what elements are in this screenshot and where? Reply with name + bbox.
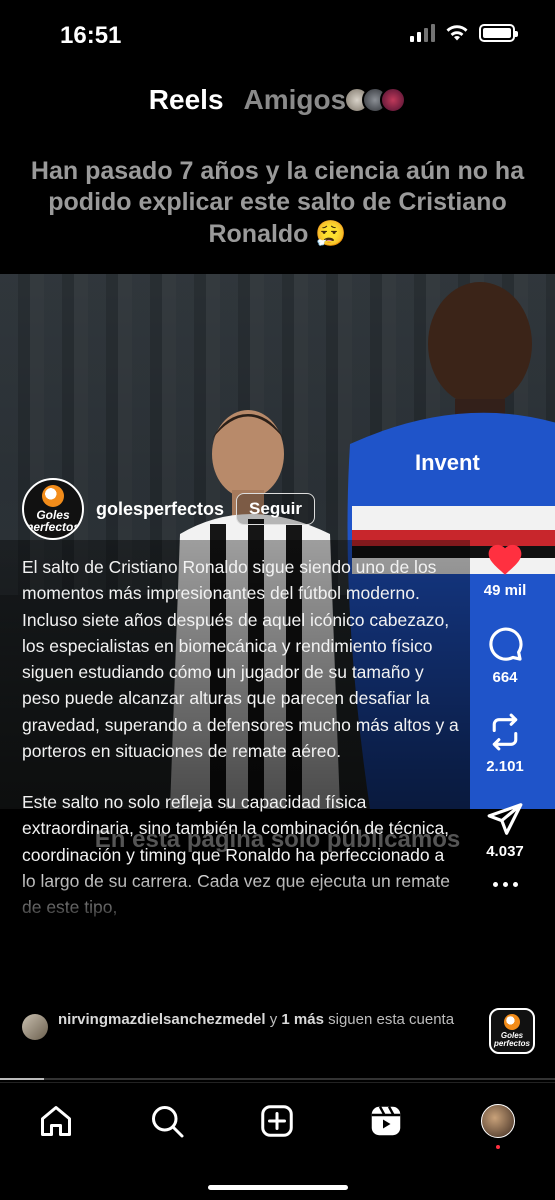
follower-others: 1 más (281, 1011, 324, 1028)
reel-overlay-title: Han pasado 7 años y la ciencia aún no ha… (30, 157, 525, 248)
reel-actions: 49 mil 664 2.101 4.037 (475, 540, 535, 913)
ball-icon (504, 1014, 520, 1030)
home-indicator (207, 1185, 348, 1190)
share-count: 4.037 (486, 843, 524, 860)
follow-button[interactable]: Seguir (236, 493, 315, 525)
video-progress-bar[interactable] (0, 1078, 555, 1080)
repost-icon (492, 713, 518, 751)
ball-icon (42, 485, 64, 507)
signal-icon (410, 24, 435, 42)
account-row: Goles perfectos golesperfectos Seguir (22, 478, 315, 540)
heart-icon (488, 544, 522, 575)
create-icon (261, 1105, 293, 1137)
nav-reels[interactable] (364, 1099, 408, 1143)
tab-reels[interactable]: Reels (149, 84, 224, 116)
notification-dot (496, 1145, 500, 1149)
follower-suffix: siguen esta cuenta (323, 1011, 455, 1028)
like-button[interactable]: 49 mil (483, 540, 527, 599)
repost-button[interactable]: 2.101 (486, 712, 524, 775)
video-progress-fill (0, 1078, 45, 1080)
status-time: 16:51 (60, 22, 122, 49)
more-icon (492, 882, 518, 887)
reels-icon (371, 1106, 401, 1136)
friends-avatars[interactable] (344, 87, 407, 113)
caption-paragraph: El salto de Cristiano Ronaldo sigue sien… (22, 557, 459, 761)
follower-connector: y (265, 1011, 282, 1028)
share-button[interactable]: 4.037 (486, 801, 524, 860)
account-username[interactable]: golesperfectos (96, 499, 224, 520)
comment-button[interactable]: 664 (486, 625, 524, 686)
nav-home[interactable] (34, 1099, 78, 1143)
nav-create[interactable] (255, 1099, 299, 1143)
comment-count: 664 (492, 669, 518, 686)
more-options-button[interactable] (492, 882, 518, 887)
home-icon (41, 1106, 71, 1136)
avatar (22, 1014, 48, 1040)
wifi-icon (446, 25, 468, 41)
nav-profile[interactable] (476, 1099, 520, 1149)
followed-by-text: nirvingmazdielsanchezmedel y 1 más sigue… (58, 1010, 454, 1030)
comment-icon (489, 627, 523, 661)
like-count: 49 mil (483, 582, 527, 599)
audio-thumbnail[interactable]: Goles perfectos (489, 1008, 535, 1054)
reel-caption[interactable]: El salto de Cristiano Ronaldo sigue sien… (22, 554, 462, 920)
bottom-nav (0, 1082, 555, 1200)
caption-paragraph: Este salto no solo refleja su capacidad … (22, 792, 451, 917)
battery-icon (479, 24, 518, 42)
tab-amigos[interactable]: Amigos (244, 84, 347, 116)
account-avatar[interactable]: Goles perfectos (22, 478, 84, 540)
nav-search[interactable] (145, 1099, 189, 1143)
search-icon (152, 1106, 184, 1138)
svg-text:Invent: Invent (415, 450, 480, 475)
send-icon (487, 803, 523, 835)
avatar (380, 87, 407, 113)
audio-thumb-text: Goles perfectos (493, 1031, 530, 1048)
follower-name: nirvingmazdielsanchezmedel (58, 1011, 266, 1028)
avatar-logo-text: Goles perfectos (25, 508, 81, 534)
followed-by-row[interactable]: nirvingmazdielsanchezmedel y 1 más sigue… (22, 1010, 462, 1040)
profile-avatar (481, 1104, 515, 1138)
reels-tabs: Reels Amigos (0, 84, 555, 116)
repost-count: 2.101 (486, 758, 524, 775)
status-bar: 16:51 (0, 0, 555, 70)
status-icons (410, 24, 518, 42)
